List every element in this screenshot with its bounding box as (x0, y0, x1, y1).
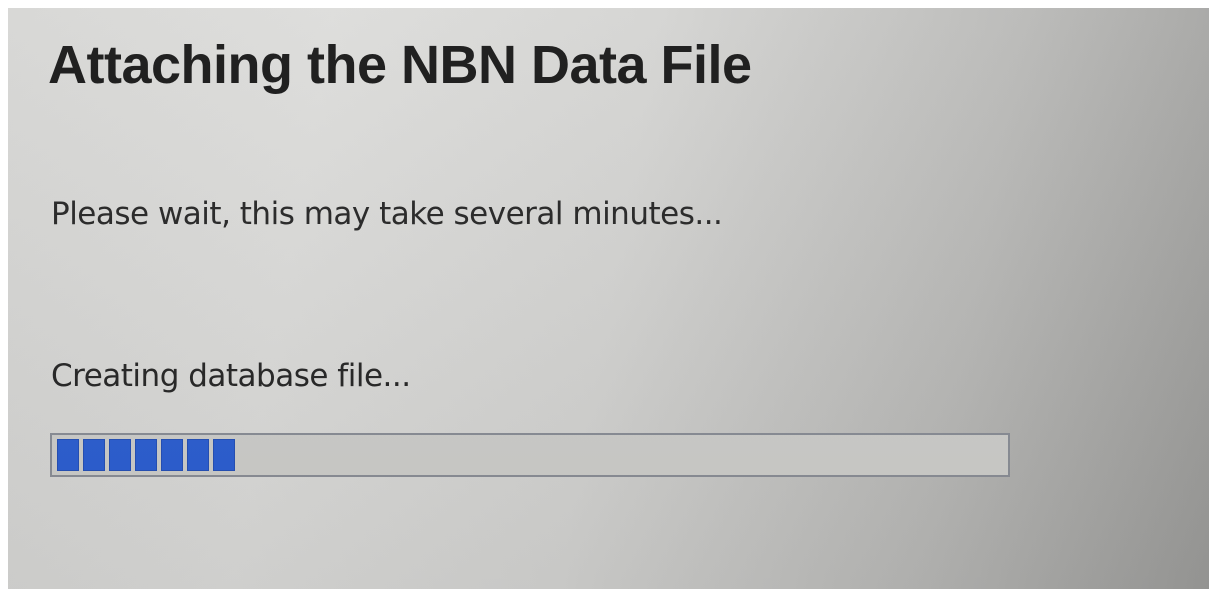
progress-bar (50, 433, 1010, 477)
progress-block (83, 439, 105, 471)
progress-block (57, 439, 79, 471)
progress-block (187, 439, 209, 471)
dialog-title: Attaching the NBN Data File (48, 35, 752, 95)
progress-fill (57, 439, 1003, 471)
progress-block (135, 439, 157, 471)
wait-message: Please wait, this may take several minut… (51, 196, 723, 232)
progress-block (213, 439, 235, 471)
progress-block (161, 439, 183, 471)
installer-dialog: Attaching the NBN Data File Please wait,… (8, 8, 1209, 589)
progress-block (109, 439, 131, 471)
status-text: Creating database file... (51, 358, 411, 394)
